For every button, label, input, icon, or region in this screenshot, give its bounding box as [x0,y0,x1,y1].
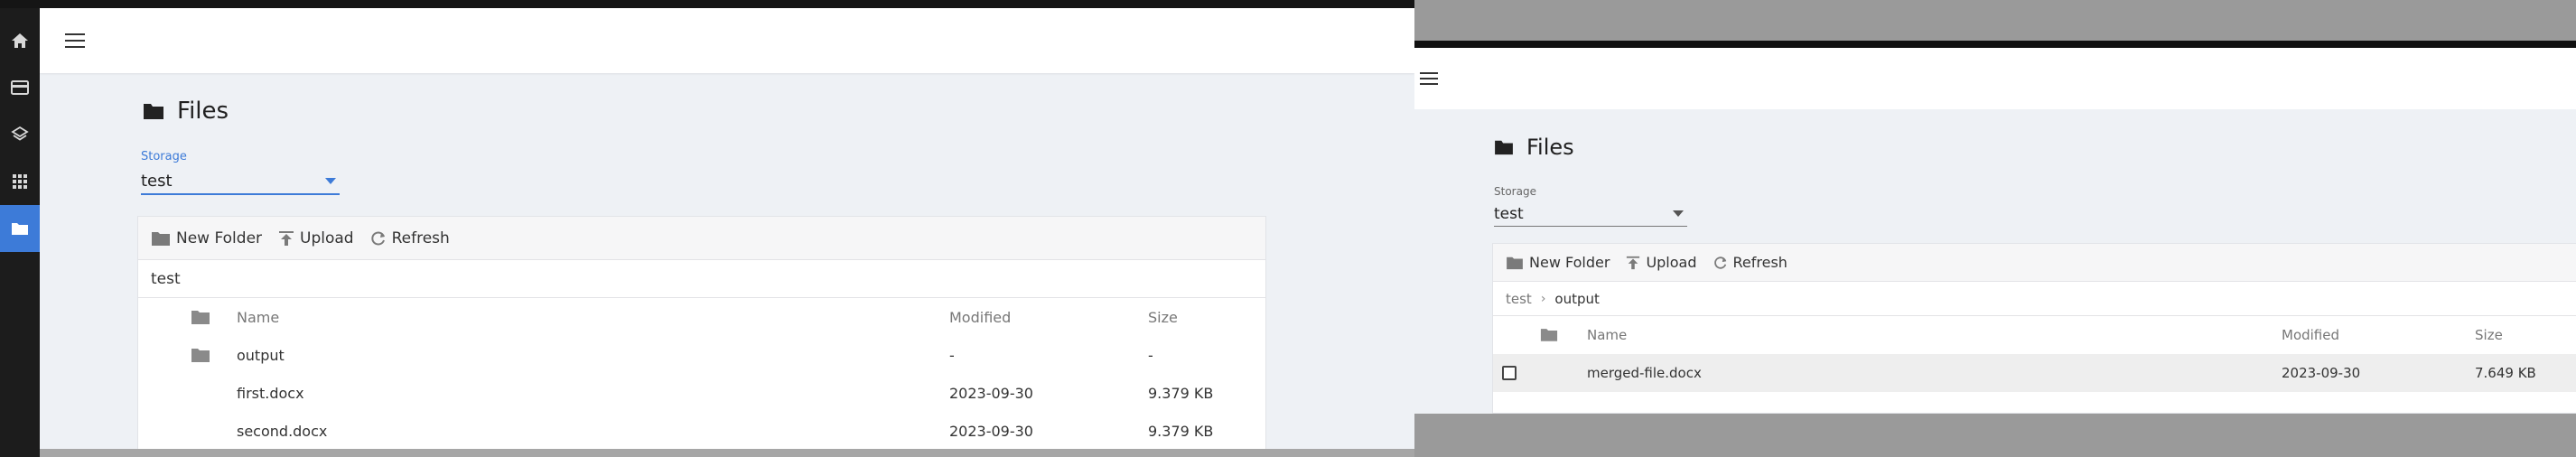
folder-icon [1540,329,1558,341]
folder-plus-icon [152,231,170,246]
upload-button[interactable]: Upload [1626,254,1697,271]
window-bottom-band [1414,414,2576,457]
table-row[interactable]: first.docx 2023-09-30 9.379 KB [138,374,1265,412]
chevron-down-icon [325,177,336,184]
file-browser-panel: New Folder Upload Refresh test Name Modi… [137,216,1266,452]
nav-layers-button[interactable] [0,111,40,158]
column-header-size[interactable]: Size [1148,309,1178,326]
menu-icon[interactable] [65,33,85,48]
row-size: 7.649 KB [2475,365,2536,381]
breadcrumb-item-output[interactable]: output [1554,291,1599,307]
window-top-strip [1414,41,2576,48]
row-checkbox[interactable] [1502,366,1517,380]
storage-label: Storage [1494,185,1536,198]
window-top-band [1414,0,2576,41]
row-name: first.docx [237,384,304,402]
app-bar [40,8,1414,73]
row-size: - [1148,346,1153,364]
files-window-right: Files Storage test New Folder Upload Ref… [1414,0,2576,457]
row-modified: - [949,346,955,364]
card-icon [11,80,29,95]
table-header: Name Modified Size [1493,316,2576,354]
page-title: Files [143,98,229,125]
folder-icon [191,349,210,362]
row-modified: 2023-09-30 [949,422,1033,440]
folder-plus-icon [1507,256,1523,269]
refresh-button[interactable]: Refresh [370,229,450,247]
row-size: 9.379 KB [1148,384,1214,402]
row-modified: 2023-09-30 [949,384,1033,402]
breadcrumb-item-test[interactable]: test [151,270,181,288]
table-header: Name Modified Size [138,298,1265,336]
folder-icon [191,311,210,324]
table-row[interactable]: second.docx 2023-09-30 9.379 KB [138,412,1265,450]
refresh-button[interactable]: Refresh [1713,254,1787,271]
files-window-left: Files Storage test New Folder Upload Ref… [0,0,1414,457]
column-header-name[interactable]: Name [1587,327,1627,343]
column-header-modified[interactable]: Modified [949,309,1011,326]
chevron-down-icon [1673,210,1684,217]
folder-icon [144,104,163,119]
file-browser-panel: New Folder Upload Refresh test › output … [1492,243,2576,414]
upload-button[interactable]: Upload [278,229,354,247]
layers-icon [11,126,29,141]
new-folder-button[interactable]: New Folder [151,229,262,247]
folder-icon [1495,140,1513,155]
breadcrumb: test › output [1493,282,2576,316]
chevron-right-icon: › [1540,291,1546,306]
window-top-strip [0,0,1414,8]
table-row[interactable]: output - - [138,336,1265,374]
nav-apps-button[interactable] [0,158,40,205]
page-title-text: Files [177,98,229,125]
app-bar [1414,48,2576,109]
apps-grid-icon [13,174,27,189]
row-name: output [237,346,285,364]
storage-select[interactable]: test [141,168,340,195]
column-header-modified[interactable]: Modified [2282,327,2339,343]
nav-files-button[interactable] [0,205,40,252]
new-folder-label: New Folder [1529,254,1610,271]
home-icon [12,33,28,48]
file-toolbar: New Folder Upload Refresh [1493,244,2576,282]
storage-select[interactable]: test [1494,201,1687,227]
content-area: Files Storage test New Folder Upload Ref… [1414,109,2576,414]
new-folder-button[interactable]: New Folder [1506,254,1610,271]
row-modified: 2023-09-30 [2282,365,2361,381]
storage-label: Storage [141,150,187,163]
column-header-size[interactable]: Size [2475,327,2503,343]
file-toolbar: New Folder Upload Refresh [138,217,1265,260]
nav-rail [0,8,40,457]
nav-card-button[interactable] [0,64,40,111]
row-size: 9.379 KB [1148,422,1214,440]
storage-select-value: test [1494,204,1524,223]
nav-home-button[interactable] [0,17,40,64]
row-name: merged-file.docx [1587,365,1702,381]
page-title-text: Files [1526,135,1574,160]
row-name: second.docx [237,422,328,440]
refresh-icon [370,231,385,245]
upload-icon [1627,256,1640,269]
storage-select-value: test [141,171,173,191]
window-bottom-strip [40,449,1414,457]
upload-icon [279,230,294,246]
refresh-label: Refresh [391,228,450,247]
folder-icon [12,223,28,235]
refresh-icon [1713,256,1726,269]
refresh-label: Refresh [1732,254,1787,271]
table-row[interactable]: merged-file.docx 2023-09-30 7.649 KB [1493,354,2576,392]
page-title: Files [1494,135,1574,160]
upload-label: Upload [1646,254,1697,271]
breadcrumb: test [138,260,1265,298]
new-folder-label: New Folder [176,228,263,247]
upload-label: Upload [300,228,354,247]
menu-icon[interactable] [1420,72,1438,85]
column-header-name[interactable]: Name [237,309,279,326]
breadcrumb-item-test[interactable]: test [1506,291,1532,307]
